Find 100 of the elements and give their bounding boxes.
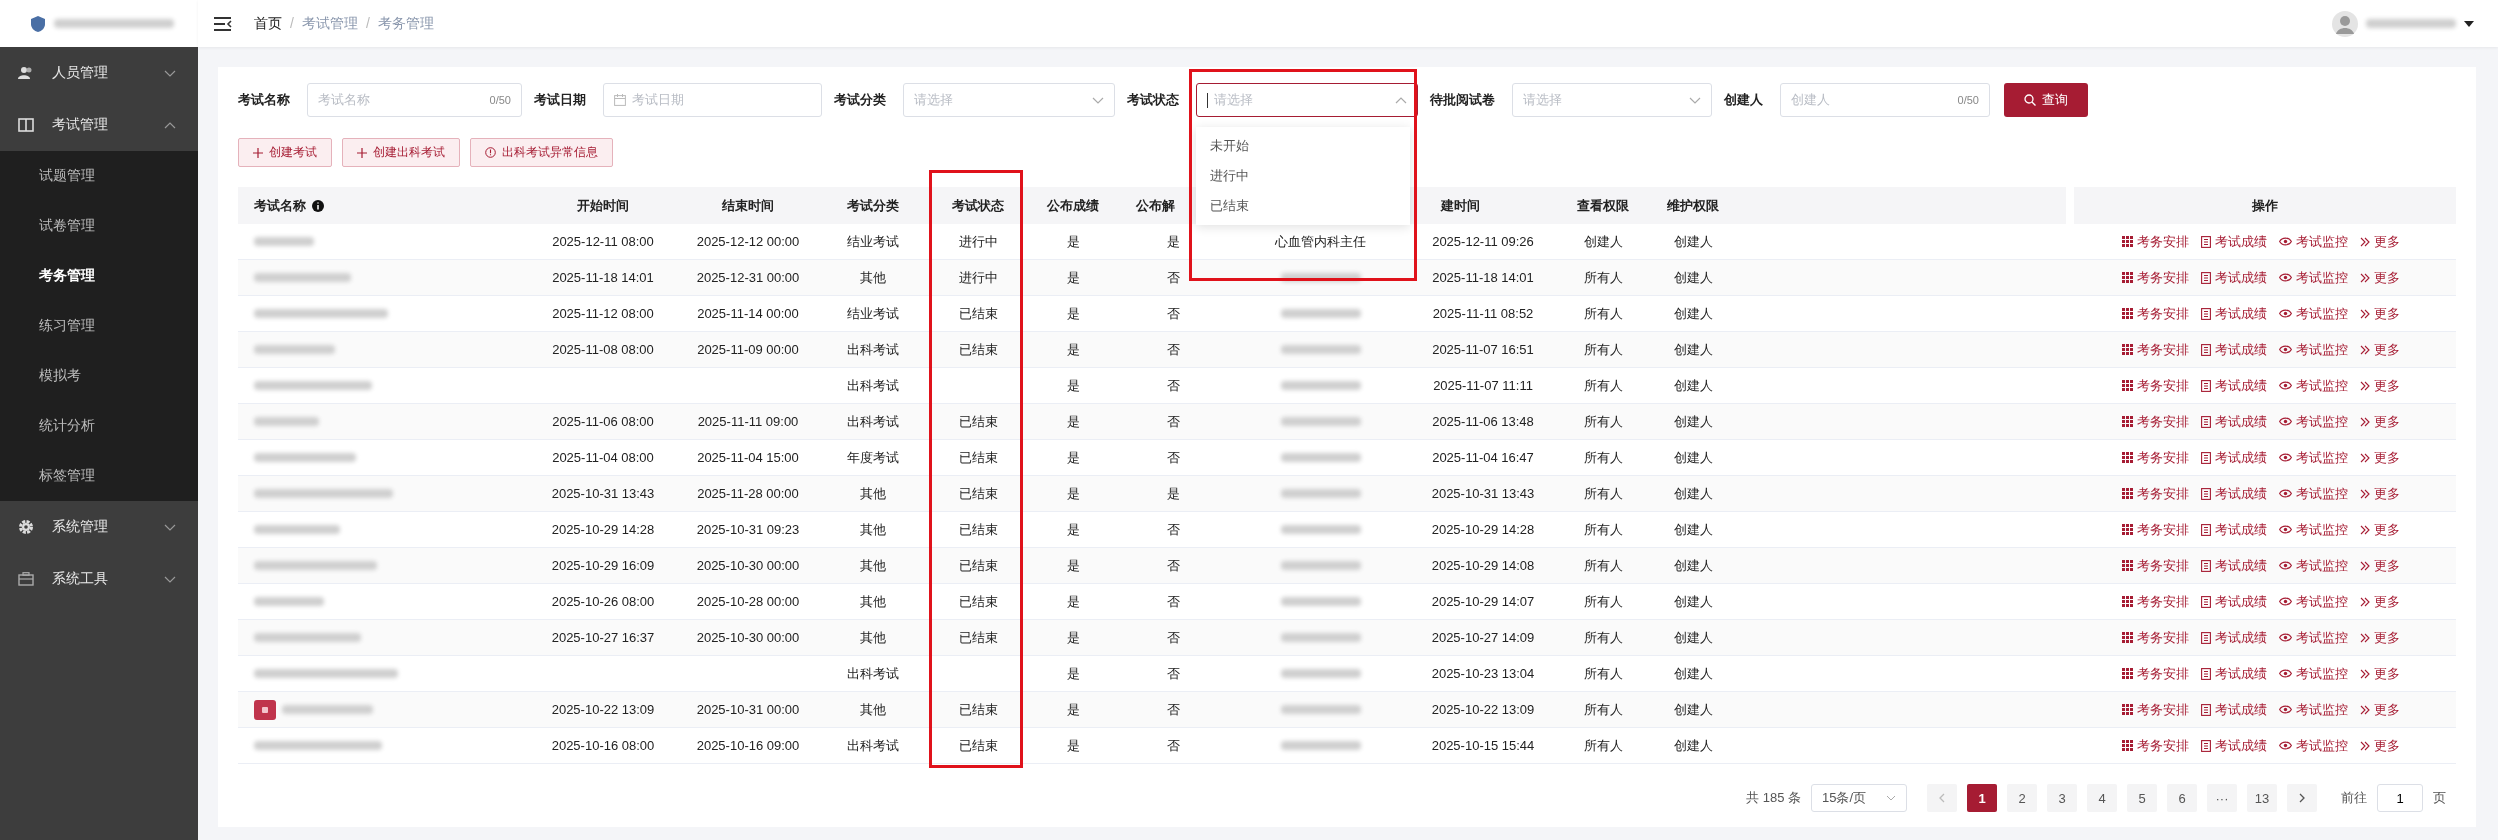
action-link[interactable]: 更多 [2360, 412, 2400, 431]
action-link[interactable]: 更多 [2360, 520, 2400, 539]
page-button[interactable]: 13 [2247, 784, 2277, 812]
action-link[interactable]: 考试监控 [2279, 520, 2348, 539]
action-link[interactable]: 考务安排 [2122, 448, 2189, 467]
action-link[interactable]: 考务安排 [2122, 700, 2189, 719]
action-link[interactable]: 考试成绩 [2201, 664, 2267, 683]
input-field[interactable]: 创建人 0/50 [1780, 83, 1990, 117]
action-link[interactable]: 考试监控 [2279, 268, 2348, 287]
action-link[interactable]: 考务安排 [2122, 412, 2189, 431]
caret-down-icon[interactable] [2464, 20, 2474, 27]
action-link[interactable]: 考试监控 [2279, 664, 2348, 683]
sidebar-item[interactable]: 统计分析 [0, 401, 198, 451]
table-cell-text: 创建人 [1582, 232, 1624, 251]
action-link[interactable]: 考试成绩 [2201, 628, 2267, 647]
action-link[interactable]: 更多 [2360, 592, 2400, 611]
action-link[interactable]: 考试监控 [2279, 304, 2348, 323]
sidebar-item[interactable]: 系统工具 [0, 553, 198, 605]
page-size-select[interactable]: 15条/页 [1811, 784, 1907, 812]
page-input[interactable]: 1 [2377, 784, 2423, 812]
action-link[interactable]: 更多 [2360, 484, 2400, 503]
page-button[interactable]: 3 [2047, 784, 2077, 812]
action-link[interactable]: 考务安排 [2122, 736, 2189, 755]
action-link[interactable]: 考试成绩 [2201, 268, 2267, 287]
action-link[interactable]: 考务安排 [2122, 592, 2189, 611]
action-link[interactable]: 考试监控 [2279, 376, 2348, 395]
action-link[interactable]: 考试成绩 [2201, 520, 2267, 539]
next-page-button[interactable] [2287, 784, 2317, 812]
input-field[interactable]: 考试名称 0/50 [307, 83, 522, 117]
action-link[interactable]: 考务安排 [2122, 376, 2189, 395]
sidebar-item[interactable]: 模拟考 [0, 351, 198, 401]
sidebar-item[interactable]: 标签管理 [0, 451, 198, 501]
dropdown-option[interactable]: 未开始 [1196, 131, 1410, 161]
action-link[interactable]: 更多 [2360, 664, 2400, 683]
sidebar-item[interactable]: 试题管理 [0, 151, 198, 201]
action-button[interactable]: 创建出科考试 [342, 138, 460, 167]
action-link[interactable]: 更多 [2360, 268, 2400, 287]
avatar-icon[interactable] [2332, 10, 2358, 37]
action-link[interactable]: 更多 [2360, 448, 2400, 467]
action-link[interactable]: 考试监控 [2279, 412, 2348, 431]
action-link[interactable]: 考试成绩 [2201, 412, 2267, 431]
action-link[interactable]: 考试成绩 [2201, 232, 2267, 251]
double-chevron-icon [2360, 308, 2370, 319]
action-link[interactable]: 更多 [2360, 628, 2400, 647]
eye-icon [2279, 273, 2292, 282]
action-link[interactable]: 考试成绩 [2201, 340, 2267, 359]
action-link[interactable]: 考试监控 [2279, 556, 2348, 575]
action-link[interactable]: 考试监控 [2279, 484, 2348, 503]
action-link[interactable]: 更多 [2360, 376, 2400, 395]
action-link[interactable]: 考务安排 [2122, 304, 2189, 323]
table-cell-text: 年度考试 [846, 448, 900, 467]
page-button[interactable]: 4 [2087, 784, 2117, 812]
action-link[interactable]: 更多 [2360, 700, 2400, 719]
action-button[interactable]: 出科考试异常信息 [470, 138, 613, 167]
table-cell-text: 创建人 [1672, 268, 1714, 287]
action-link[interactable]: 考务安排 [2122, 628, 2189, 647]
action-link[interactable]: 考试监控 [2279, 232, 2348, 251]
action-link[interactable]: 更多 [2360, 232, 2400, 251]
page-button[interactable]: 2 [2007, 784, 2037, 812]
sidebar-item[interactable]: 考试管理 [0, 99, 198, 151]
page-button[interactable]: 5 [2127, 784, 2157, 812]
action-button[interactable]: 创建考试 [238, 138, 332, 167]
breadcrumb-link[interactable]: 首页 [254, 14, 282, 33]
sidebar-item[interactable]: 练习管理 [0, 301, 198, 351]
table-cell-text: 2025-10-31 13:43 [550, 485, 656, 503]
action-link[interactable]: 考试成绩 [2201, 484, 2267, 503]
menu-icon[interactable] [214, 16, 232, 31]
sidebar-item[interactable]: 试卷管理 [0, 201, 198, 251]
page-button[interactable]: 6 [2167, 784, 2197, 812]
action-link[interactable]: 考试成绩 [2201, 700, 2267, 719]
sidebar-item[interactable]: 人员管理 [0, 47, 198, 99]
action-link[interactable]: 考务安排 [2122, 268, 2189, 287]
action-link[interactable]: 考务安排 [2122, 484, 2189, 503]
action-link[interactable]: 考试监控 [2279, 592, 2348, 611]
action-link[interactable]: 考试监控 [2279, 700, 2348, 719]
page-button[interactable]: ··· [2207, 784, 2237, 812]
action-link[interactable]: 考试成绩 [2201, 448, 2267, 467]
sidebar-item[interactable]: 考务管理 [0, 251, 198, 301]
action-link[interactable]: 考试成绩 [2201, 556, 2267, 575]
action-link[interactable]: 考试成绩 [2201, 376, 2267, 395]
action-link[interactable]: 考试成绩 [2201, 592, 2267, 611]
action-link[interactable]: 考务安排 [2122, 664, 2189, 683]
action-link[interactable]: 考试监控 [2279, 448, 2348, 467]
action-link[interactable]: 考试成绩 [2201, 304, 2267, 323]
action-link[interactable]: 更多 [2360, 736, 2400, 755]
action-link[interactable]: 考试监控 [2279, 340, 2348, 359]
column-header: 公布成绩 [1028, 187, 1118, 224]
action-link[interactable]: 考务安排 [2122, 232, 2189, 251]
action-link[interactable]: 更多 [2360, 340, 2400, 359]
search-button[interactable]: 查询 [2004, 83, 2088, 117]
page-button[interactable]: 1 [1967, 784, 1997, 812]
action-link[interactable]: 考务安排 [2122, 340, 2189, 359]
action-link[interactable]: 更多 [2360, 304, 2400, 323]
action-link[interactable]: 考务安排 [2122, 520, 2189, 539]
action-link[interactable]: 考务安排 [2122, 556, 2189, 575]
action-link[interactable]: 考试监控 [2279, 736, 2348, 755]
action-link[interactable]: 考试监控 [2279, 628, 2348, 647]
action-link[interactable]: 更多 [2360, 556, 2400, 575]
action-link[interactable]: 考试成绩 [2201, 736, 2267, 755]
sidebar-item[interactable]: 系统管理 [0, 501, 198, 553]
